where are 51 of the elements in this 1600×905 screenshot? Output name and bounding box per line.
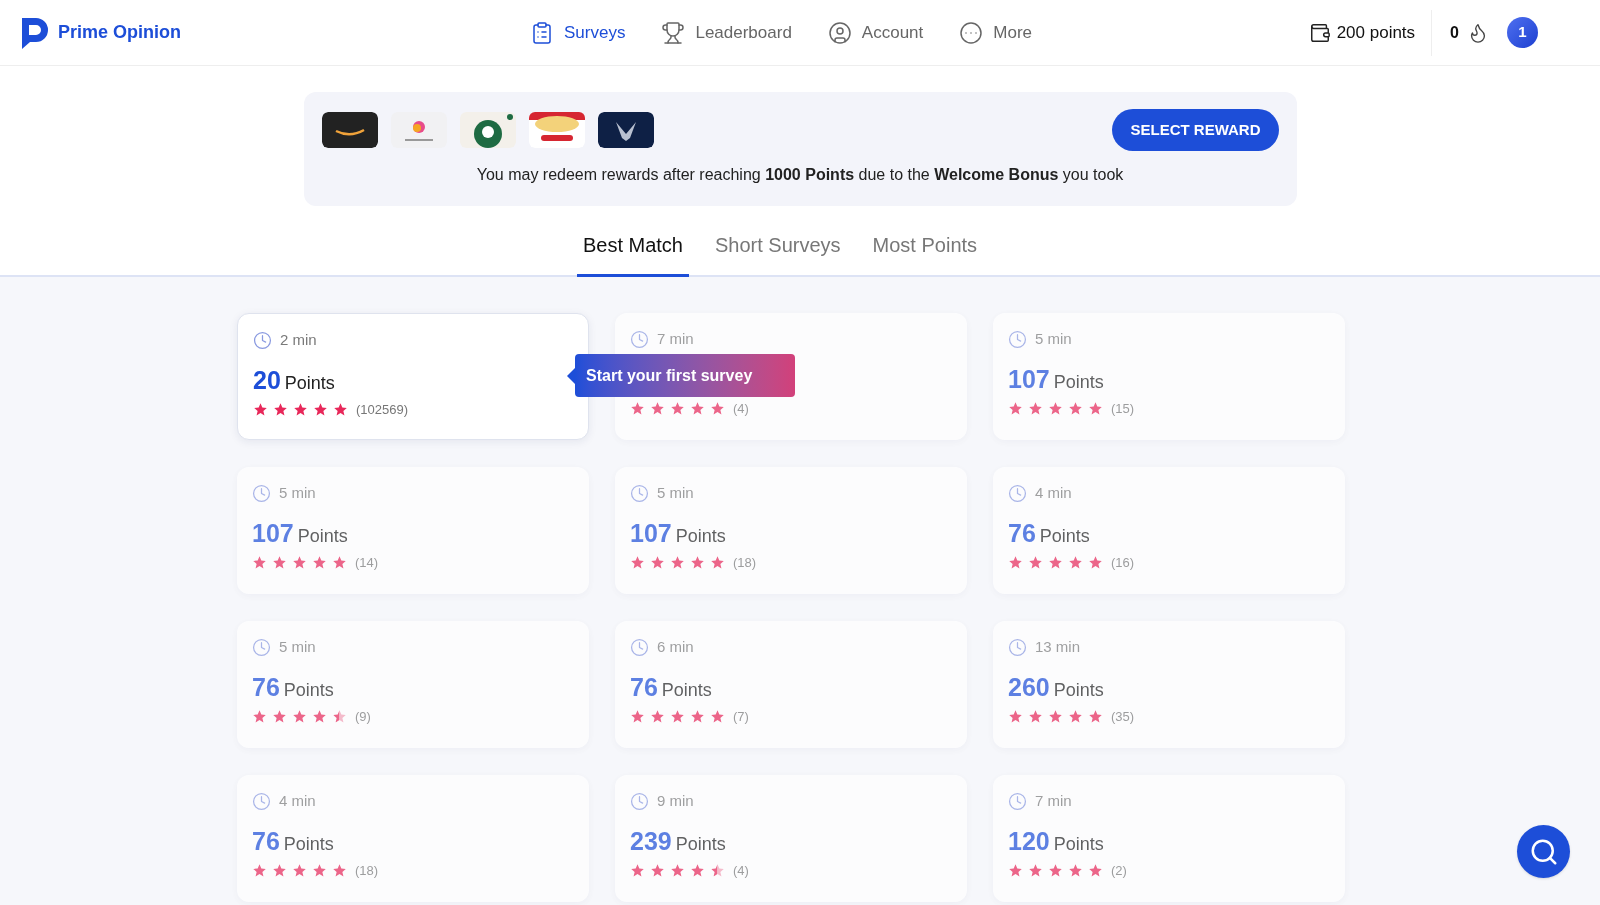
survey-points: 120	[1008, 826, 1050, 857]
survey-points: 76	[252, 826, 280, 857]
brand-name: Prime Opinion	[58, 21, 181, 44]
streak-count: 0	[1450, 22, 1459, 43]
survey-duration: 5 min	[657, 482, 694, 503]
survey-points: 107	[630, 518, 672, 549]
rating-count: (18)	[355, 862, 379, 880]
rating-count: (2)	[1111, 862, 1127, 880]
survey-duration: 2 min	[280, 329, 317, 350]
survey-points: 76	[630, 672, 658, 703]
rating-count: (7)	[733, 708, 749, 726]
points-label: Points	[1053, 833, 1104, 856]
survey-duration: 9 min	[657, 790, 694, 811]
rating-count: (35)	[1111, 708, 1135, 726]
survey-points: 76	[252, 672, 280, 703]
points-balance: 200 points	[1336, 21, 1416, 44]
rating-count: (4)	[733, 862, 749, 880]
points-label: Points	[284, 372, 335, 395]
points-label: Points	[1053, 371, 1104, 394]
points-label: Points	[283, 679, 334, 702]
survey-points: 107	[252, 518, 294, 549]
points-label: Points	[1053, 679, 1104, 702]
rating-count: (14)	[355, 554, 379, 572]
points-label: Points	[283, 833, 334, 856]
survey-duration: 5 min	[279, 482, 316, 503]
survey-duration: 5 min	[279, 636, 316, 657]
survey-duration: 4 min	[279, 790, 316, 811]
survey-points: 260	[1008, 672, 1050, 703]
points-label: Points	[297, 525, 348, 548]
survey-duration: 4 min	[1035, 482, 1072, 503]
rating-count: (16)	[1111, 554, 1135, 572]
points-label: Points	[661, 679, 712, 702]
redeem-message: You may redeem rewards after reaching 1000 Points due to the Welcome Bonus you took	[475, 165, 1125, 185]
rating-count: (4)	[733, 400, 749, 418]
rating-count: (102569)	[356, 401, 409, 419]
points-label: Points	[675, 833, 726, 856]
survey-points: 76	[1008, 518, 1036, 549]
survey-duration: 7 min	[657, 328, 694, 349]
survey-duration: 6 min	[657, 636, 694, 657]
survey-duration: 7 min	[1035, 790, 1072, 811]
survey-points: 20	[253, 365, 281, 396]
survey-duration: 13 min	[1035, 636, 1081, 657]
rating-count: (18)	[733, 554, 757, 572]
survey-duration: 5 min	[1035, 328, 1072, 349]
rating-count: (15)	[1111, 400, 1135, 418]
rating-count: (9)	[355, 708, 371, 726]
survey-points: 239	[630, 826, 672, 857]
points-label: Points	[1039, 525, 1090, 548]
survey-points: 107	[1008, 364, 1050, 395]
tooltip: Start your first survey	[575, 354, 795, 397]
points-label: Points	[675, 525, 726, 548]
